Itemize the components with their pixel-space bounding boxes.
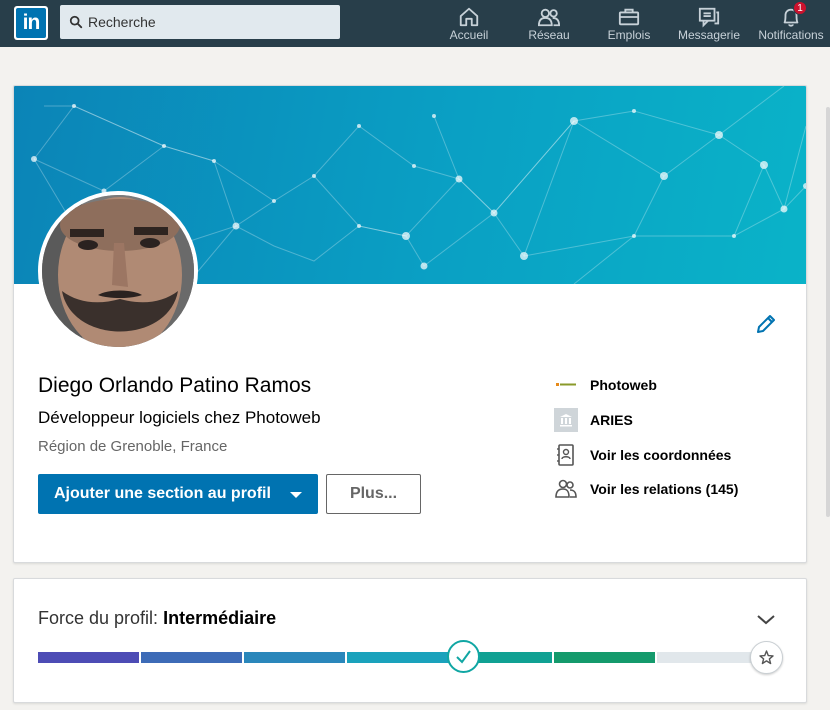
- profile-strength-meter: [38, 652, 758, 663]
- profile-name: Diego Orlando Patino Ramos: [38, 374, 312, 397]
- profile-location: Région de Grenoble, France: [38, 438, 228, 455]
- school-icon: [554, 408, 578, 432]
- nav-item-notifications[interactable]: 1 Notifications: [752, 0, 830, 47]
- more-button[interactable]: Plus...: [326, 474, 421, 514]
- profile-strength-label: Force du profil:: [38, 608, 159, 628]
- current-level-marker: [447, 640, 480, 673]
- avatar-photo: [42, 195, 194, 347]
- strength-segment: [141, 652, 243, 663]
- profile-card: Diego Orlando Patino Ramos Développeur l…: [13, 85, 807, 563]
- nav-item-home[interactable]: Accueil: [434, 0, 504, 47]
- nav-label-jobs: Emplois: [607, 28, 651, 42]
- profile-avatar[interactable]: [38, 191, 198, 351]
- strength-segment: [38, 652, 140, 663]
- profile-strength-card: Force du profil: Intermédiaire: [13, 578, 807, 703]
- search-input[interactable]: Recherche: [60, 5, 340, 39]
- company-name: Photoweb: [590, 377, 657, 393]
- school-name: ARIES: [590, 412, 633, 428]
- edit-profile-icon[interactable]: [754, 312, 778, 336]
- profile-strength-level: Intermédiaire: [163, 608, 277, 628]
- nav-label-home: Accueil: [449, 28, 489, 42]
- logo-text: in: [16, 8, 46, 38]
- home-icon: [459, 7, 479, 27]
- notification-badge: 1: [793, 1, 807, 15]
- linkedin-logo[interactable]: in: [14, 6, 48, 40]
- nav-label-notifications: Notifications: [758, 28, 824, 42]
- messaging-icon: [698, 7, 720, 28]
- top-navigation: in Recherche Accueil Réseau Emplois Mess…: [0, 0, 830, 47]
- contact-info-link[interactable]: Voir les coordonnées: [590, 447, 731, 463]
- chevron-down-icon[interactable]: [756, 612, 776, 626]
- contact-card-icon: [557, 444, 574, 466]
- nav-item-messaging[interactable]: Messagerie: [674, 0, 744, 47]
- add-profile-section-label: Ajouter une section au profil: [54, 485, 271, 502]
- strength-segment: [553, 652, 655, 663]
- briefcase-icon: [618, 8, 640, 26]
- nav-item-network[interactable]: Réseau: [514, 0, 584, 47]
- scrollbar-thumb[interactable]: [826, 107, 830, 517]
- company-logo-icon: [555, 382, 577, 388]
- scrollbar[interactable]: [824, 47, 830, 710]
- star-icon: [759, 650, 774, 665]
- strength-segment: [656, 652, 758, 663]
- search-icon: [69, 15, 83, 29]
- profile-strength-title: Force du profil: Intermédiaire: [38, 608, 276, 629]
- nav-label-network: Réseau: [528, 28, 570, 42]
- add-profile-section-button[interactable]: Ajouter une section au profil: [38, 474, 318, 514]
- strength-segment: [347, 652, 449, 663]
- people-icon: [555, 479, 577, 498]
- network-icon: [538, 8, 560, 27]
- goal-level-marker: [750, 641, 783, 674]
- nav-item-jobs[interactable]: Emplois: [594, 0, 664, 47]
- connections-link[interactable]: Voir les relations (145): [590, 481, 738, 497]
- search-placeholder: Recherche: [88, 14, 156, 30]
- nav-label-messaging: Messagerie: [677, 28, 741, 42]
- caret-down-icon: [290, 492, 302, 498]
- profile-headline: Développeur logiciels chez Photoweb: [38, 408, 321, 427]
- strength-segment: [244, 652, 346, 663]
- check-icon: [456, 650, 471, 664]
